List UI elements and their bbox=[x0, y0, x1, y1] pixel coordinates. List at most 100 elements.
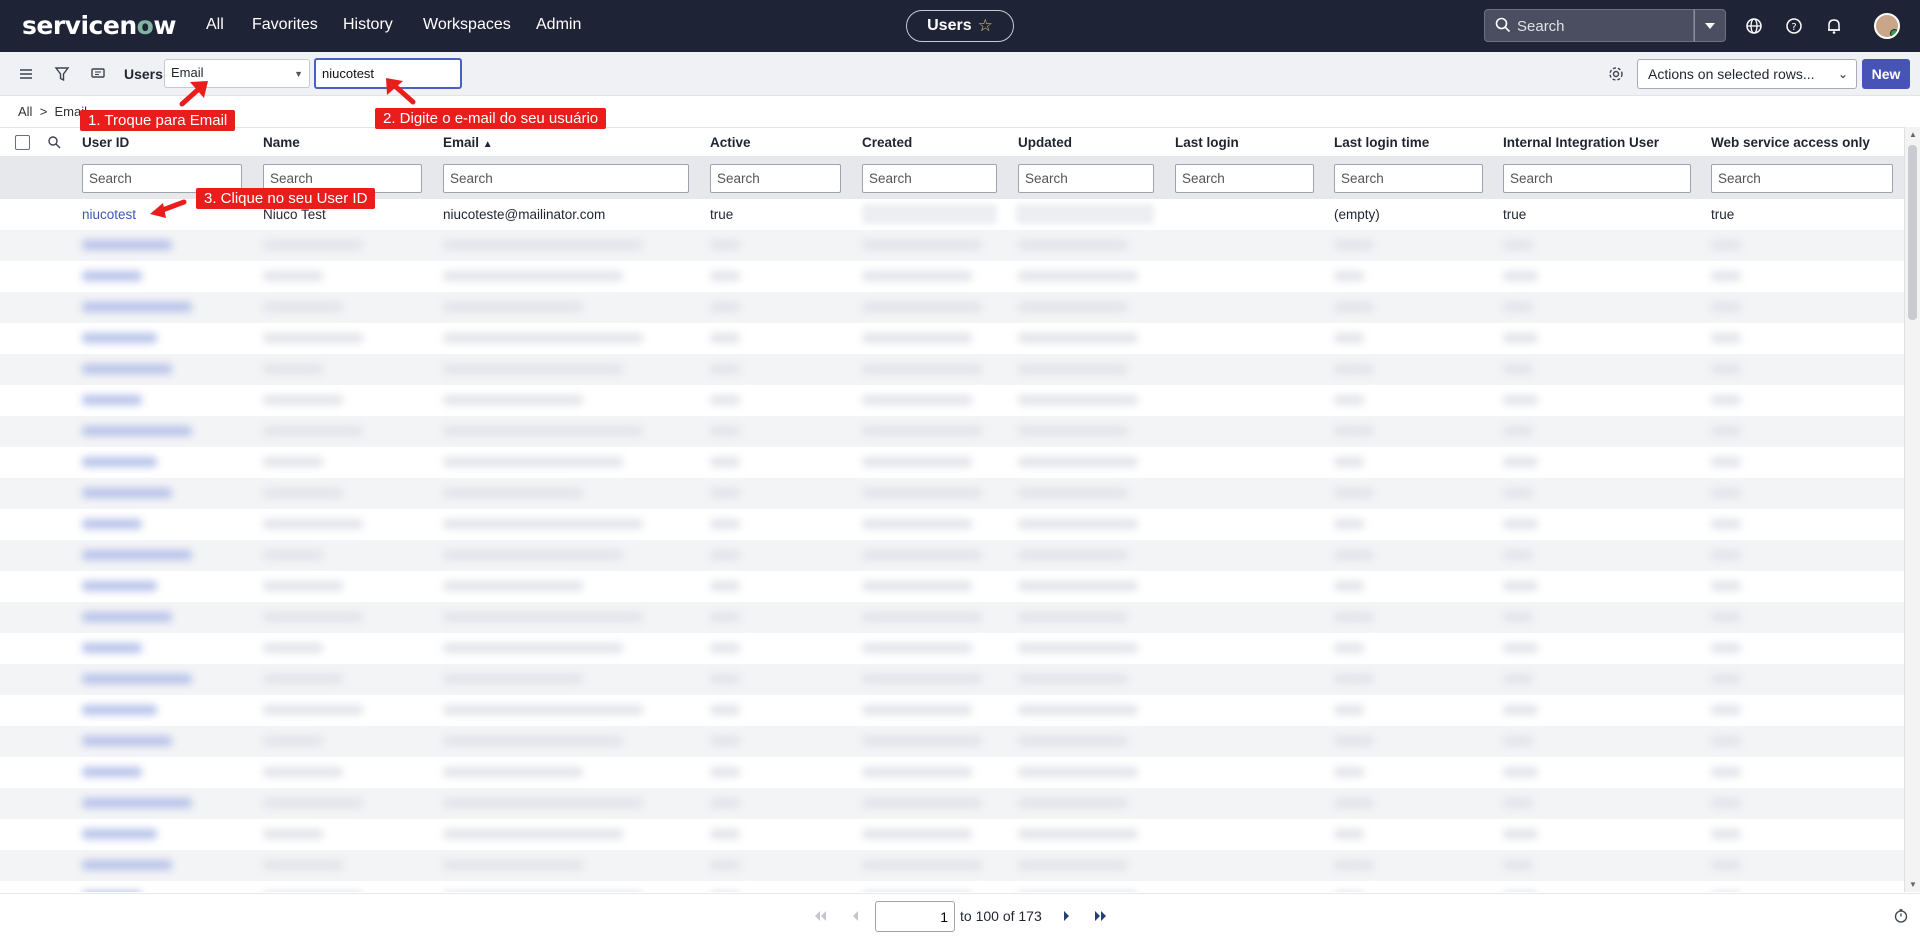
page-number-input[interactable] bbox=[875, 901, 955, 932]
global-search-input[interactable] bbox=[1517, 15, 1687, 37]
column-header-last-login[interactable]: Last login bbox=[1175, 135, 1239, 150]
nav-admin[interactable]: Admin bbox=[536, 16, 581, 34]
column-header-updated[interactable]: Updated bbox=[1018, 135, 1072, 150]
redacted-cell bbox=[1711, 798, 1741, 808]
nav-history[interactable]: History bbox=[343, 16, 393, 34]
redacted-cell bbox=[443, 271, 623, 281]
redacted-cell bbox=[710, 891, 740, 892]
redacted-cell bbox=[862, 333, 972, 343]
redacted-cell bbox=[710, 488, 740, 498]
search-updated-input[interactable] bbox=[1018, 164, 1154, 193]
next-page-icon[interactable] bbox=[1057, 907, 1075, 925]
pagination-bar: to 100 of 173 bbox=[0, 893, 1920, 937]
filter-icon[interactable] bbox=[53, 65, 71, 83]
scroll-down-arrow-icon[interactable]: ▼ bbox=[1909, 880, 1917, 889]
last-login-time-cell: (empty) bbox=[1334, 207, 1380, 222]
redacted-cell bbox=[82, 705, 157, 715]
column-header-internal-integration-user[interactable]: Internal Integration User bbox=[1503, 135, 1659, 150]
redacted-cell bbox=[82, 426, 192, 436]
redacted-cell bbox=[1018, 395, 1138, 405]
redacted-cell bbox=[82, 550, 192, 560]
response-time-clock-icon[interactable] bbox=[1893, 908, 1909, 924]
redacted-cell bbox=[1503, 302, 1533, 312]
nav-favorites[interactable]: Favorites bbox=[252, 16, 318, 34]
list-search-input[interactable] bbox=[314, 58, 462, 89]
redacted-cell bbox=[82, 488, 172, 498]
redacted-cell bbox=[1018, 457, 1138, 467]
redacted-cell bbox=[1711, 457, 1741, 467]
star-icon[interactable]: ☆ bbox=[978, 16, 993, 36]
column-search-toggle-icon[interactable] bbox=[47, 135, 62, 150]
redacted-cell bbox=[1503, 643, 1538, 653]
nav-workspaces[interactable]: Workspaces bbox=[423, 16, 511, 34]
redacted-cell bbox=[1018, 705, 1138, 715]
globe-icon[interactable] bbox=[1744, 16, 1764, 36]
redacted-cell bbox=[710, 395, 740, 405]
redacted-cell bbox=[1334, 798, 1374, 808]
redacted-cell bbox=[1711, 240, 1741, 250]
redacted-cell bbox=[1503, 736, 1533, 746]
redacted-cell bbox=[862, 364, 982, 374]
notifications-bell-icon[interactable] bbox=[1824, 16, 1844, 36]
redacted-cell bbox=[1711, 364, 1741, 374]
first-page-icon[interactable] bbox=[811, 907, 829, 925]
top-navigation-bar: servicenow All Favorites History Workspa… bbox=[0, 0, 1920, 52]
previous-page-icon[interactable] bbox=[847, 907, 865, 925]
user-id-link[interactable]: niucotest bbox=[82, 207, 136, 222]
search-last-login-time-input[interactable] bbox=[1334, 164, 1483, 193]
breadcrumb: All > Email bbox=[18, 104, 87, 119]
redacted-cell bbox=[1334, 860, 1374, 870]
column-header-email[interactable]: Email ▲ bbox=[443, 135, 493, 150]
servicenow-logo[interactable]: servicenow bbox=[22, 11, 176, 40]
redacted-cell bbox=[82, 798, 192, 808]
column-header-created[interactable]: Created bbox=[862, 135, 912, 150]
redacted-cell bbox=[1711, 488, 1741, 498]
nav-all[interactable]: All bbox=[206, 16, 224, 34]
redacted-cell bbox=[1018, 860, 1128, 870]
redacted-cell bbox=[82, 364, 172, 374]
last-page-icon[interactable] bbox=[1092, 907, 1110, 925]
scrollbar-thumb[interactable] bbox=[1908, 145, 1917, 320]
scroll-up-arrow-icon[interactable]: ▲ bbox=[1909, 130, 1917, 139]
hamburger-menu-icon[interactable] bbox=[17, 65, 35, 83]
redacted-cell bbox=[1334, 426, 1374, 436]
help-icon[interactable]: ? bbox=[1784, 16, 1804, 36]
search-last-login-input[interactable] bbox=[1175, 164, 1314, 193]
select-all-checkbox[interactable] bbox=[15, 135, 30, 150]
breadcrumb-all[interactable]: All bbox=[18, 104, 32, 119]
list-title: Users bbox=[124, 66, 163, 82]
search-email-input[interactable] bbox=[443, 164, 689, 193]
vertical-scrollbar[interactable]: ▲ ▼ bbox=[1904, 127, 1920, 892]
redacted-cell bbox=[710, 705, 740, 715]
redacted-cell bbox=[1503, 891, 1538, 892]
redacted-cell bbox=[1334, 240, 1374, 250]
global-search[interactable] bbox=[1484, 9, 1694, 42]
column-header-web-service-access-only[interactable]: Web service access only bbox=[1711, 135, 1870, 150]
new-button[interactable]: New bbox=[1862, 59, 1910, 89]
list-settings-gear-icon[interactable] bbox=[1607, 65, 1625, 83]
global-search-dropdown-button[interactable] bbox=[1694, 9, 1726, 42]
search-field-select[interactable]: Email ▼ bbox=[164, 59, 310, 88]
redacted-cell bbox=[1334, 457, 1364, 467]
user-avatar[interactable] bbox=[1874, 13, 1900, 39]
search-active-input[interactable] bbox=[710, 164, 841, 193]
search-created-input[interactable] bbox=[862, 164, 997, 193]
redacted-cell bbox=[82, 271, 142, 281]
redacted-cell bbox=[263, 364, 323, 374]
column-header-user-id[interactable]: User ID bbox=[82, 135, 129, 150]
redacted-cell bbox=[1018, 364, 1128, 374]
redacted-cell bbox=[1503, 240, 1533, 250]
redacted-cell bbox=[1334, 519, 1364, 529]
column-header-name[interactable]: Name bbox=[263, 135, 300, 150]
context-pill[interactable]: Users ☆ bbox=[906, 10, 1014, 42]
actions-select-label: Actions on selected rows... bbox=[1648, 66, 1815, 82]
redacted-cell bbox=[1334, 550, 1374, 560]
search-web-service-access-only-input[interactable] bbox=[1711, 164, 1893, 193]
redacted-cell bbox=[263, 736, 323, 746]
column-header-last-login-time[interactable]: Last login time bbox=[1334, 135, 1429, 150]
column-header-active[interactable]: Active bbox=[710, 135, 751, 150]
search-internal-integration-user-input[interactable] bbox=[1503, 164, 1691, 193]
comment-icon[interactable] bbox=[89, 65, 107, 83]
caret-down-icon bbox=[1705, 22, 1715, 29]
actions-on-selected-rows-select[interactable]: Actions on selected rows... ⌄ bbox=[1637, 59, 1857, 89]
